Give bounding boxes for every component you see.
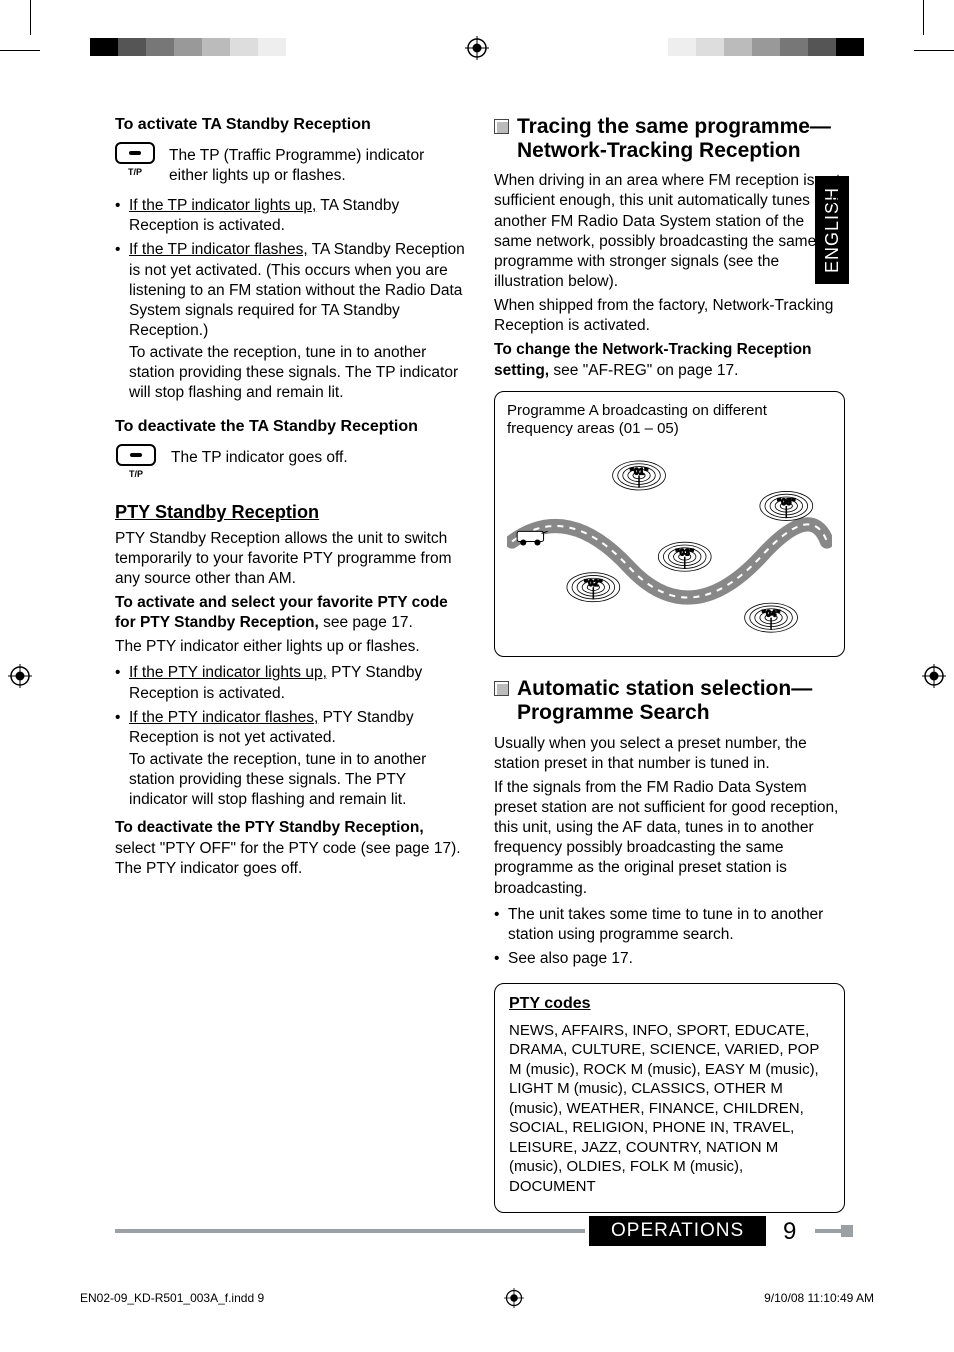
list-item: If the PTY indicator flashes, PTY Standb… <box>115 708 466 811</box>
body-text: Usually when you select a preset number,… <box>494 734 845 774</box>
body-text: When driving in an area where FM recepti… <box>494 171 845 292</box>
crop-mark <box>30 0 31 35</box>
registration-mark-icon <box>465 36 489 60</box>
right-column: Tracing the same programme—Network-Track… <box>494 115 845 1213</box>
pty-codes-box: PTY codes NEWS, AFFAIRS, INFO, SPORT, ED… <box>494 983 845 1213</box>
tp-button-icon: T/P <box>115 142 155 179</box>
svg-text:"02": "02" <box>584 578 603 588</box>
section-title-programme-search: Automatic station selection—Programme Se… <box>517 677 845 725</box>
tp-goes-off-text: The TP indicator goes off. <box>171 448 348 468</box>
list-item: If the TP indicator lights up, TA Standb… <box>115 196 466 236</box>
section-title-network-tracking: Tracing the same programme—Network-Track… <box>517 115 845 163</box>
heading-activate-pty: To activate and select your favorite PTY… <box>115 593 466 633</box>
heading-activate-ta: To activate TA Standby Reception <box>115 115 466 136</box>
print-registration-bar <box>30 38 924 68</box>
print-timestamp: 9/10/08 11:10:49 AM <box>764 1291 874 1305</box>
body-text: If the signals from the FM Radio Data Sy… <box>494 778 845 899</box>
page-number: 9 <box>783 1218 796 1246</box>
svg-text:"05": "05" <box>777 497 796 507</box>
registration-mark-icon <box>922 664 946 688</box>
pty-codes-list: NEWS, AFFAIRS, INFO, SPORT, EDUCATE, DRA… <box>509 1021 830 1197</box>
svg-text:"01": "01" <box>630 467 649 477</box>
pty-codes-heading: PTY codes <box>509 994 830 1015</box>
registration-mark-icon <box>8 664 32 688</box>
print-file-name: EN02-09_KD-R501_003A_f.indd 9 <box>80 1291 264 1305</box>
list-item: If the PTY indicator lights up, PTY Stan… <box>115 663 466 703</box>
registration-mark-icon <box>504 1288 524 1308</box>
tp-button-label: T/P <box>128 167 142 179</box>
illustration-box: Programme A broadcasting on different fr… <box>494 391 845 658</box>
heading-deactivate-ta: To deactivate the TA Standby Reception <box>115 417 466 438</box>
crop-mark <box>923 0 924 35</box>
heading-pty-standby: PTY Standby Reception <box>115 501 466 525</box>
pty-lights-text: The PTY indicator either lights up or fl… <box>115 637 466 657</box>
pty-standby-desc: PTY Standby Reception allows the unit to… <box>115 529 466 589</box>
list-item: See also page 17. <box>494 949 845 969</box>
svg-text:"03": "03" <box>675 548 694 558</box>
left-column: To activate TA Standby Reception T/P The… <box>115 115 466 1213</box>
list-item: The unit takes some time to tune in to a… <box>494 905 845 945</box>
network-tracking-illustration: "01" "02" "03" "04" "05" <box>507 445 832 638</box>
page-footer-bar: OPERATIONS 9 <box>115 1216 845 1246</box>
section-marker-icon <box>494 681 509 696</box>
section-name: OPERATIONS <box>589 1216 766 1246</box>
print-footer: EN02-09_KD-R501_003A_f.indd 9 9/10/08 11… <box>80 1288 874 1308</box>
tp-button-label: T/P <box>129 469 143 481</box>
change-setting-text: To change the Network-Tracking Reception… <box>494 340 845 380</box>
heading-deactivate-pty: To deactivate the PTY Standby Reception,… <box>115 818 466 878</box>
content-area: To activate TA Standby Reception T/P The… <box>115 115 845 1213</box>
section-marker-icon <box>494 119 509 134</box>
figure-caption: Programme A broadcasting on different fr… <box>507 402 832 440</box>
list-item: If the TP indicator flashes, TA Standby … <box>115 240 466 403</box>
tp-button-icon: T/P <box>115 444 157 481</box>
tp-intro-text: The TP (Traffic Programme) indicator eit… <box>169 146 466 186</box>
svg-text:"04": "04" <box>762 609 781 619</box>
body-text: When shipped from the factory, Network-T… <box>494 296 845 336</box>
